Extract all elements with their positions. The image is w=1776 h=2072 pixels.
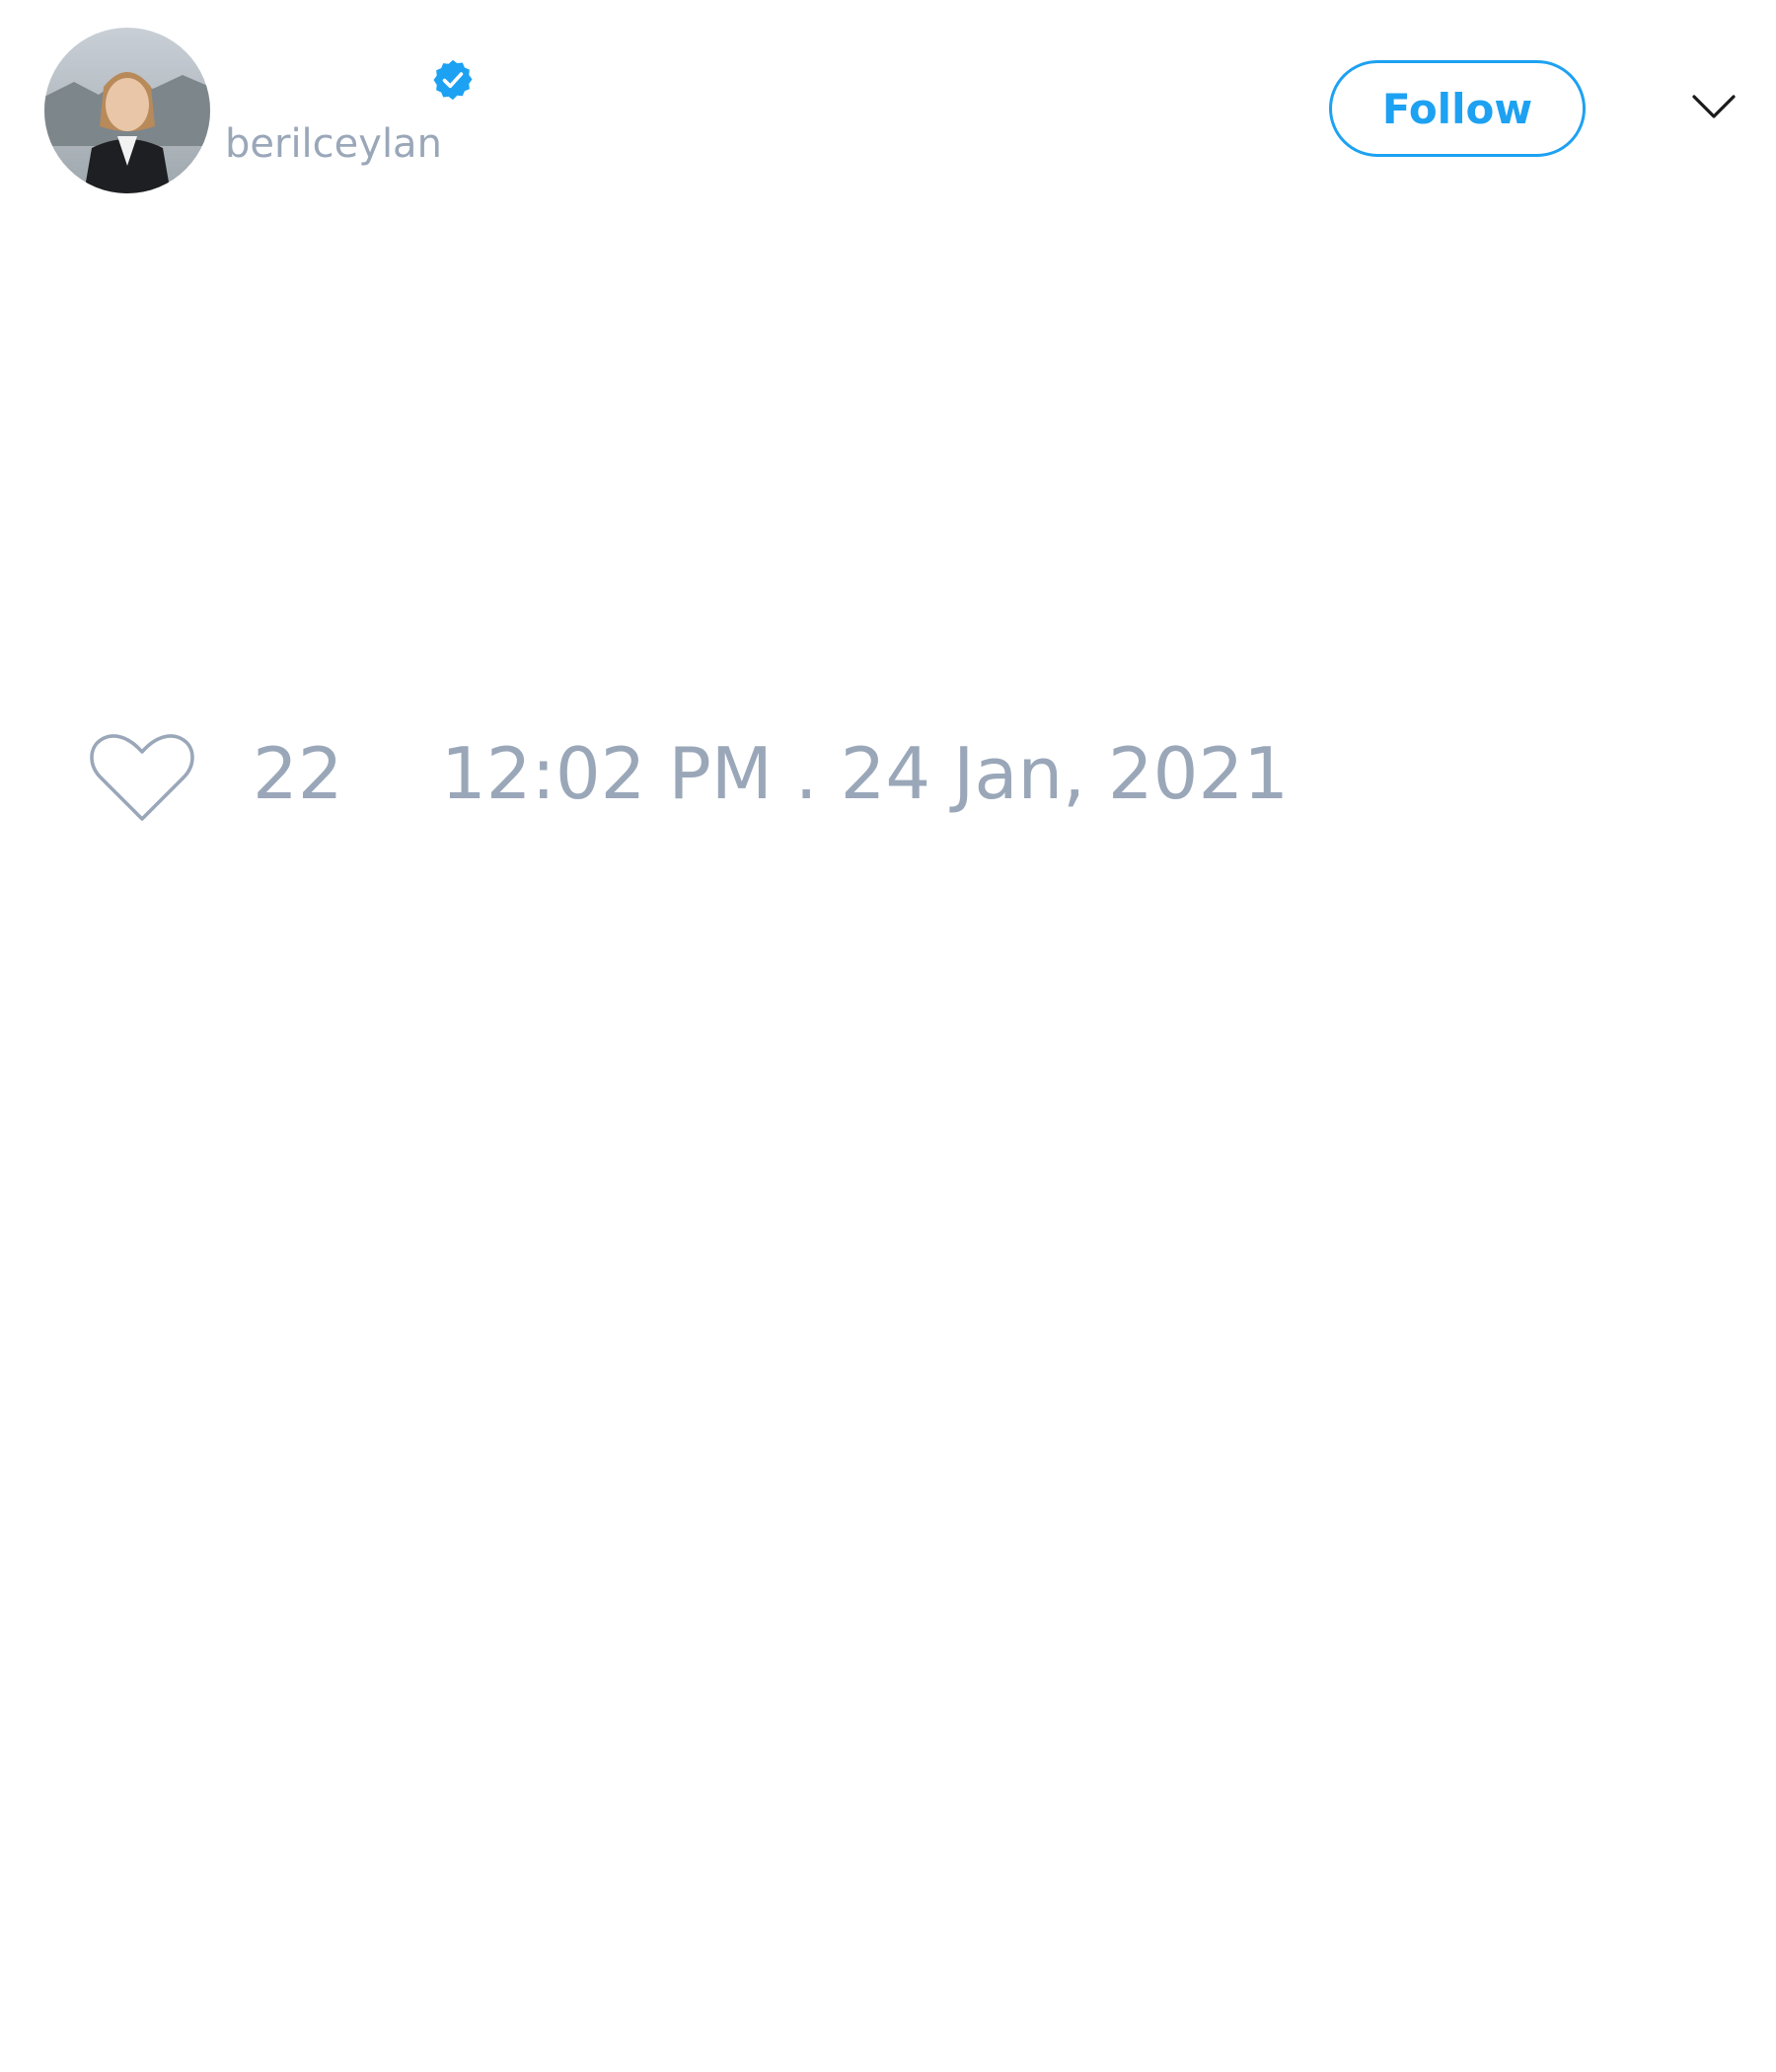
avatar-photo <box>44 28 210 193</box>
avatar[interactable] <box>44 28 210 193</box>
follow-button[interactable]: Follow <box>1329 60 1586 157</box>
author-handle[interactable]: berilceylan <box>225 124 442 164</box>
like-count: 22 <box>253 732 343 815</box>
tweet-timestamp[interactable]: 12:02 PM . 24 Jan, 2021 <box>441 738 1289 809</box>
chevron-down-icon[interactable] <box>1690 91 1738 122</box>
heart-outline-icon[interactable] <box>89 730 195 825</box>
verified-badge-icon <box>433 59 473 101</box>
